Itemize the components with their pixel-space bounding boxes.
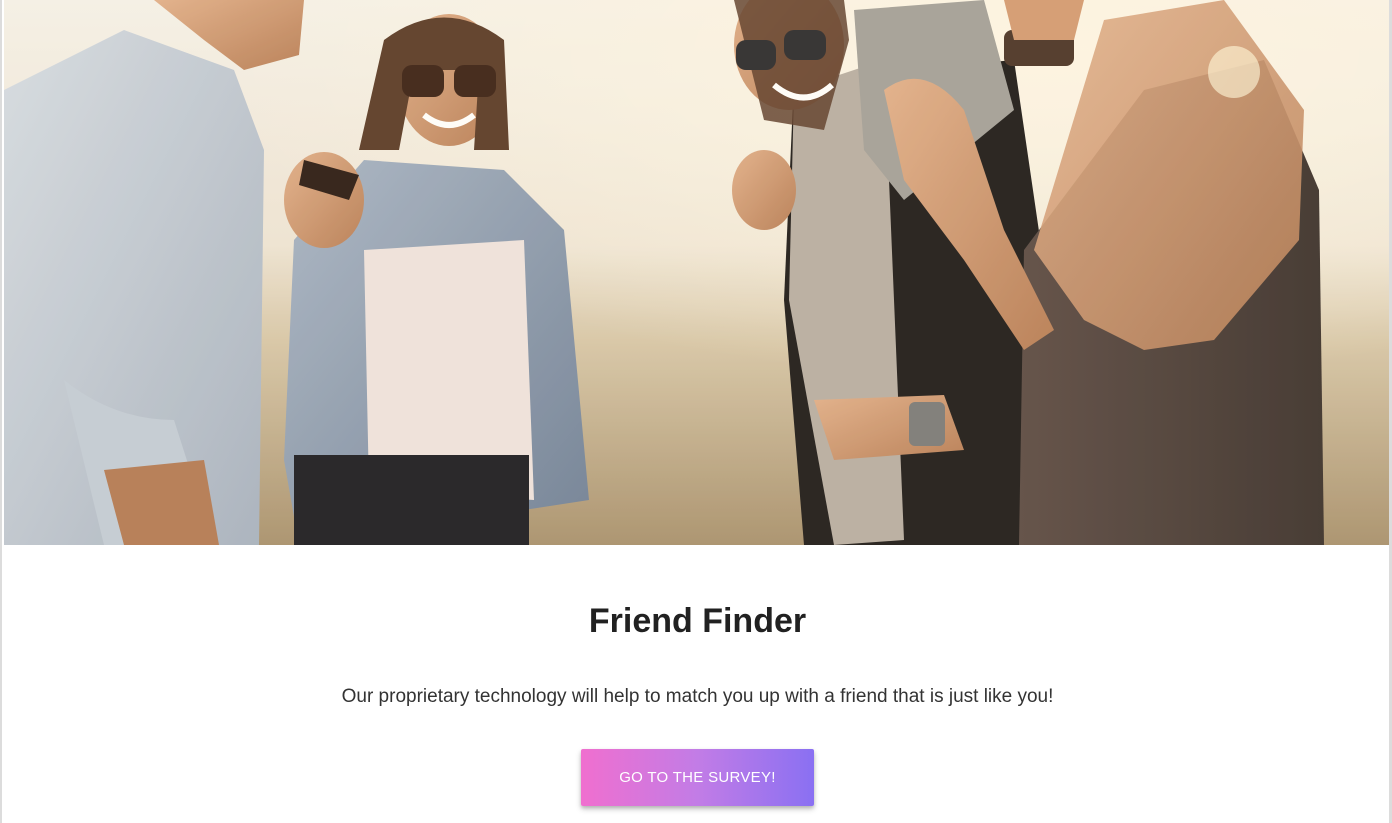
- page-frame: Friend Finder Our proprietary technology…: [0, 0, 1392, 823]
- hero-image: [4, 0, 1389, 545]
- page-title: Friend Finder: [588, 602, 807, 640]
- go-to-survey-button[interactable]: Go to the Survey!: [581, 749, 814, 806]
- jumbotron-content: Friend Finder Our proprietary technology…: [4, 545, 1389, 823]
- hero-photo: [4, 0, 1389, 545]
- page-description: Our proprietary technology will help to …: [341, 686, 1054, 707]
